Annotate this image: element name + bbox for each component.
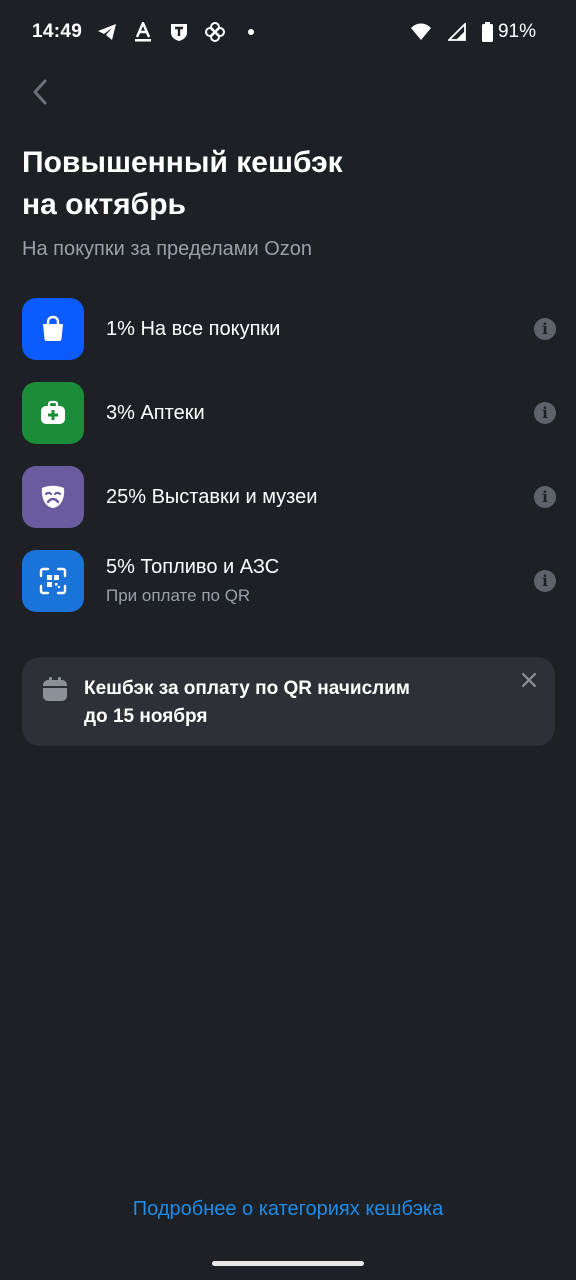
category-icon-tile: [22, 466, 84, 528]
category-icon-tile: [22, 382, 84, 444]
status-bar-right: 91%: [410, 21, 536, 43]
battery-icon: [482, 21, 494, 43]
telegram-icon: [96, 21, 118, 43]
info-icon[interactable]: i: [534, 318, 556, 340]
dot-icon: [240, 21, 262, 43]
shopping-bag-icon: [43, 315, 63, 341]
battery-percent: 91%: [497, 21, 536, 42]
info-icon[interactable]: i: [534, 570, 556, 592]
info-icon[interactable]: i: [534, 486, 556, 508]
page-title: Повышенный кешбэк на октябрь: [22, 142, 542, 226]
notice-line1: Кешбэк за оплату по QR начислим: [84, 678, 410, 699]
theater-mask-icon: [41, 485, 65, 508]
chevron-left-icon: [33, 79, 47, 105]
category-label: 25% Выставки и музеи: [106, 485, 318, 508]
status-bar: 14:49 91%: [0, 0, 576, 64]
back-button[interactable]: [22, 72, 58, 112]
page-subtitle: На покупки за пределами Ozon: [22, 238, 313, 260]
home-indicator[interactable]: [212, 1261, 364, 1266]
calendar-icon: [43, 677, 67, 701]
qr-cashback-notice: Кешбэк за оплату по QR начислим до 15 но…: [22, 657, 555, 746]
cashback-categories-info-link[interactable]: Подробнее о категориях кешбэка: [0, 1198, 576, 1221]
first-aid-kit-icon: [41, 400, 65, 424]
category-text: 5% Топливо и АЗС При оплате по QR: [106, 556, 279, 606]
font-a-icon: [132, 21, 154, 43]
battery-indicator: 91%: [482, 21, 536, 43]
category-text: 25% Выставки и музеи: [106, 486, 317, 509]
qr-scan-icon: [39, 567, 67, 595]
flower-icon: [204, 21, 226, 43]
category-sublabel: При оплате по QR: [106, 586, 251, 605]
category-item-fuel-gas-stations[interactable]: 5% Топливо и АЗС При оплате по QR i: [22, 550, 556, 612]
category-text: 3% Аптеки: [106, 402, 205, 425]
page-title-line1: Повышенный кешбэк: [22, 146, 343, 179]
page-title-line2: на октябрь: [22, 188, 186, 221]
category-text: 1% На все покупки: [106, 318, 280, 341]
notice-text: Кешбэк за оплату по QR начислим до 15 но…: [84, 675, 474, 731]
category-icon-tile: [22, 298, 84, 360]
notice-line2: до 15 ноября: [84, 706, 208, 727]
status-bar-left: 14:49: [32, 21, 262, 43]
category-label: 1% На все покупки: [106, 317, 281, 340]
category-label: 5% Топливо и АЗС: [106, 556, 280, 578]
info-icon[interactable]: i: [534, 402, 556, 424]
category-item-exhibitions-museums[interactable]: 25% Выставки и музеи i: [22, 466, 556, 528]
cashback-category-list: 1% На все покупки i 3% Аптеки i 25% Выст…: [22, 298, 556, 634]
signal-icon: [446, 21, 468, 43]
status-time: 14:49: [32, 21, 83, 42]
wifi-icon: [410, 21, 432, 43]
category-icon-tile: [22, 550, 84, 612]
category-item-all-purchases[interactable]: 1% На все покупки i: [22, 298, 556, 360]
tinkoff-icon: [168, 21, 190, 43]
category-item-pharmacies[interactable]: 3% Аптеки i: [22, 382, 556, 444]
category-label: 3% Аптеки: [106, 401, 205, 424]
close-icon[interactable]: [519, 671, 539, 691]
